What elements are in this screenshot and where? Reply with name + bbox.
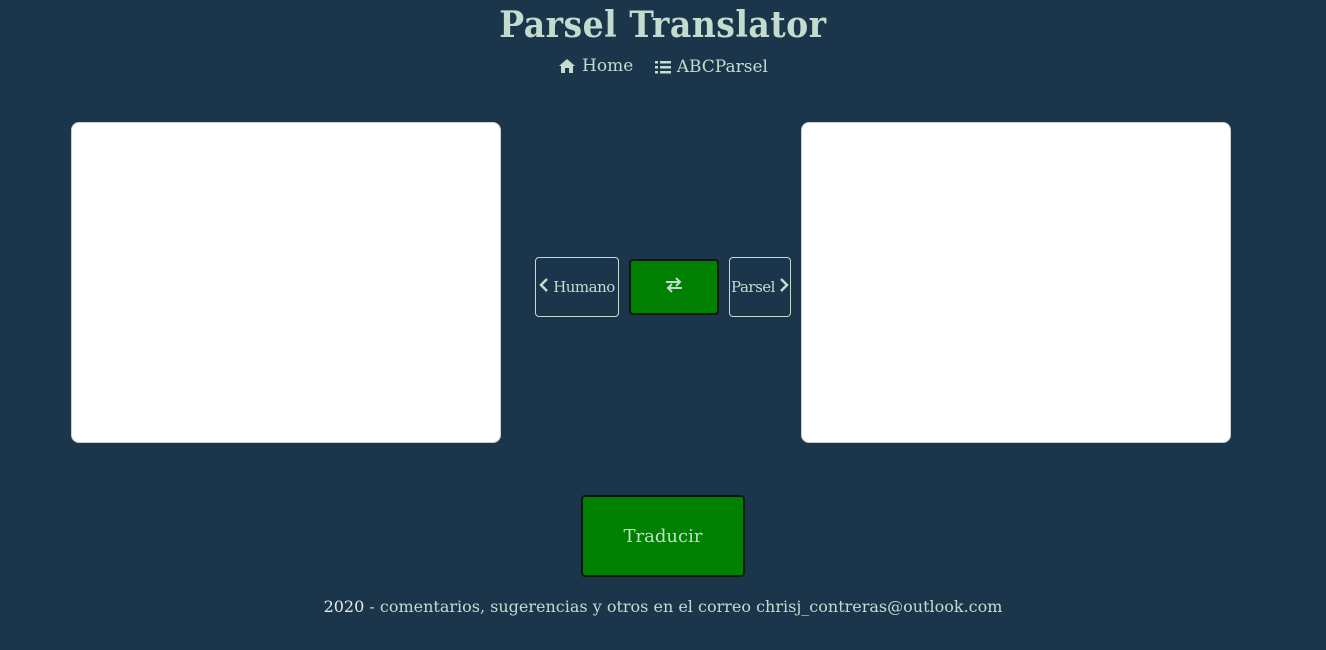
target-language-label: Parsel bbox=[731, 278, 775, 296]
swap-languages-button[interactable] bbox=[629, 259, 719, 315]
target-text-output[interactable] bbox=[802, 123, 1230, 442]
page-title: Parsel Translator bbox=[499, 4, 827, 46]
header: Parsel Translator bbox=[0, 4, 1326, 46]
source-language-label: Humano bbox=[553, 278, 615, 296]
source-language-button[interactable]: Humano bbox=[535, 257, 619, 317]
nav-bar: Home ABCParsel bbox=[0, 56, 1326, 79]
nav-home-label: Home bbox=[582, 56, 634, 76]
footer: 2020 - comentarios, sugerencias y otros … bbox=[0, 597, 1326, 616]
list-icon bbox=[654, 60, 671, 74]
nav-abcparsel-label: ABCParsel bbox=[676, 57, 768, 77]
target-language-button[interactable]: Parsel bbox=[729, 257, 791, 317]
chevron-right-icon bbox=[779, 278, 789, 296]
translate-button[interactable]: Traducir bbox=[581, 495, 745, 577]
home-icon bbox=[558, 58, 576, 74]
footer-text: - comentarios, sugerencias y otros en el… bbox=[364, 597, 1003, 616]
source-text-input[interactable] bbox=[72, 123, 500, 442]
source-text-panel bbox=[71, 122, 501, 443]
target-text-panel bbox=[801, 122, 1231, 443]
nav-home-link[interactable]: Home bbox=[558, 56, 633, 76]
footer-year: 2020 bbox=[323, 597, 365, 616]
chevron-left-icon bbox=[539, 278, 549, 296]
swap-arrows-icon bbox=[664, 277, 684, 297]
nav-abcparsel-link[interactable]: ABCParsel bbox=[654, 57, 768, 77]
